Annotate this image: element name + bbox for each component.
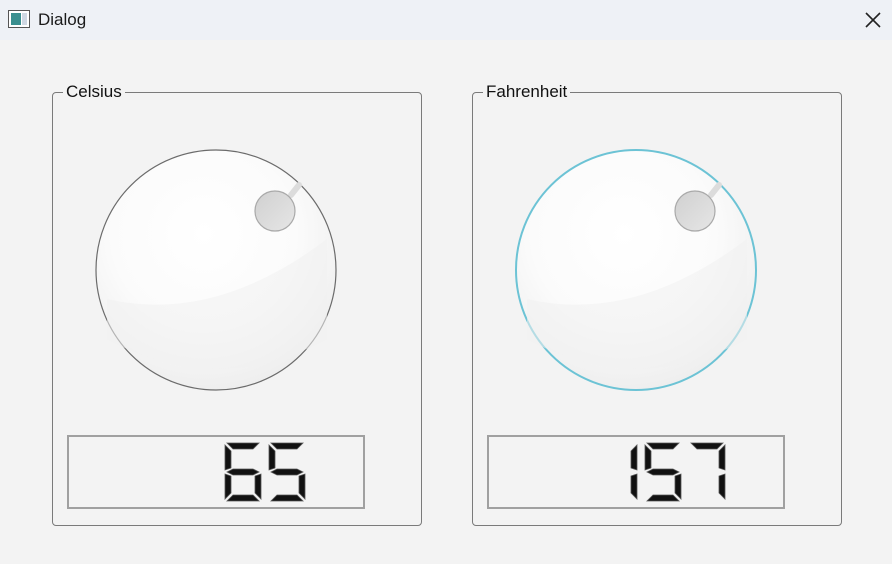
lcd-segment <box>690 442 724 450</box>
lcd-segment <box>630 473 638 500</box>
lcd-segment <box>226 468 260 476</box>
lcd-segment <box>718 473 726 500</box>
lcd-segment <box>224 444 232 471</box>
lcd-digit-5 <box>268 442 306 502</box>
lcd-segment <box>630 444 638 471</box>
lcd-segment <box>254 473 262 500</box>
lcd-digit-1 <box>630 444 638 500</box>
celsius-group: Celsius 65 <box>52 81 422 526</box>
lcd-segment <box>718 444 726 471</box>
fahrenheit-lcd: 157 <box>487 435 785 509</box>
lcd-segment <box>646 442 680 450</box>
fahrenheit-group-title: Fahrenheit <box>483 81 571 103</box>
celsius-group-title: Celsius <box>63 81 125 103</box>
celsius-lcd: 65 <box>67 435 365 509</box>
celsius-dial[interactable] <box>95 149 337 391</box>
lcd-digit-7 <box>690 442 726 500</box>
lcd-digit-6 <box>224 442 262 502</box>
lcd-segment <box>268 444 276 471</box>
lcd-segment <box>226 494 260 502</box>
fahrenheit-group: Fahrenheit 157 <box>472 81 842 526</box>
lcd-segment <box>270 494 304 502</box>
close-button[interactable] <box>852 0 892 40</box>
window-title: Dialog <box>38 10 87 29</box>
lcd-segment <box>224 473 232 500</box>
title-bar: Dialog <box>0 0 892 40</box>
close-icon <box>865 12 881 28</box>
fahrenheit-dial[interactable] <box>515 149 757 391</box>
celsius-lcd-digits <box>224 442 306 502</box>
lcd-segment <box>226 442 260 450</box>
lcd-segment <box>674 473 682 500</box>
lcd-digit-5 <box>644 442 682 502</box>
lcd-segment <box>298 473 306 500</box>
lcd-segment <box>646 494 680 502</box>
lcd-segment <box>270 442 304 450</box>
window-app-icon <box>8 10 30 28</box>
lcd-segment <box>646 468 680 476</box>
lcd-segment <box>270 468 304 476</box>
lcd-segment <box>644 444 652 471</box>
fahrenheit-lcd-digits <box>630 442 726 502</box>
